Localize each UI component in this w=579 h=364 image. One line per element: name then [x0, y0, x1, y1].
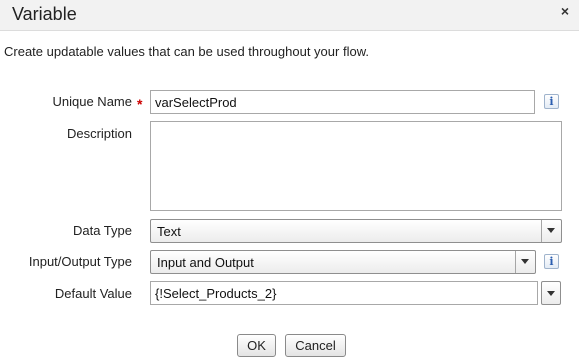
chevron-down-icon — [521, 259, 529, 264]
data-type-label: Data Type — [72, 223, 132, 238]
ok-button[interactable]: OK — [237, 334, 276, 357]
required-marker: * — [137, 96, 143, 112]
default-value-input[interactable] — [150, 281, 538, 305]
dialog-title: Variable — [12, 4, 77, 24]
description-textarea[interactable] — [150, 121, 562, 211]
description-label: Description — [66, 126, 132, 141]
unique-name-info-icon[interactable]: i — [544, 94, 559, 109]
cancel-button[interactable]: Cancel — [285, 334, 346, 357]
data-type-dropdown-button[interactable] — [541, 220, 561, 242]
io-type-dropdown-button[interactable] — [515, 251, 535, 273]
io-type-selected-value: Input and Output — [157, 255, 254, 270]
data-type-selected-value: Text — [157, 224, 181, 239]
chevron-down-icon — [547, 228, 555, 233]
unique-name-label: Unique Name — [52, 94, 133, 109]
variable-dialog: Variable × Create updatable values that … — [0, 0, 579, 364]
dialog-intro-text: Create updatable values that can be used… — [4, 44, 369, 59]
data-type-select[interactable]: Text — [150, 219, 562, 243]
default-value-label: Default Value — [54, 286, 132, 301]
io-type-select[interactable]: Input and Output — [150, 250, 536, 274]
io-type-label: Input/Output Type — [28, 254, 132, 269]
close-icon[interactable]: × — [561, 3, 569, 19]
unique-name-input[interactable] — [150, 90, 535, 114]
io-type-info-icon[interactable]: i — [544, 254, 559, 269]
dialog-titlebar: Variable × — [0, 0, 579, 31]
default-value-dropdown-button[interactable] — [541, 281, 561, 305]
chevron-down-icon — [547, 291, 555, 296]
